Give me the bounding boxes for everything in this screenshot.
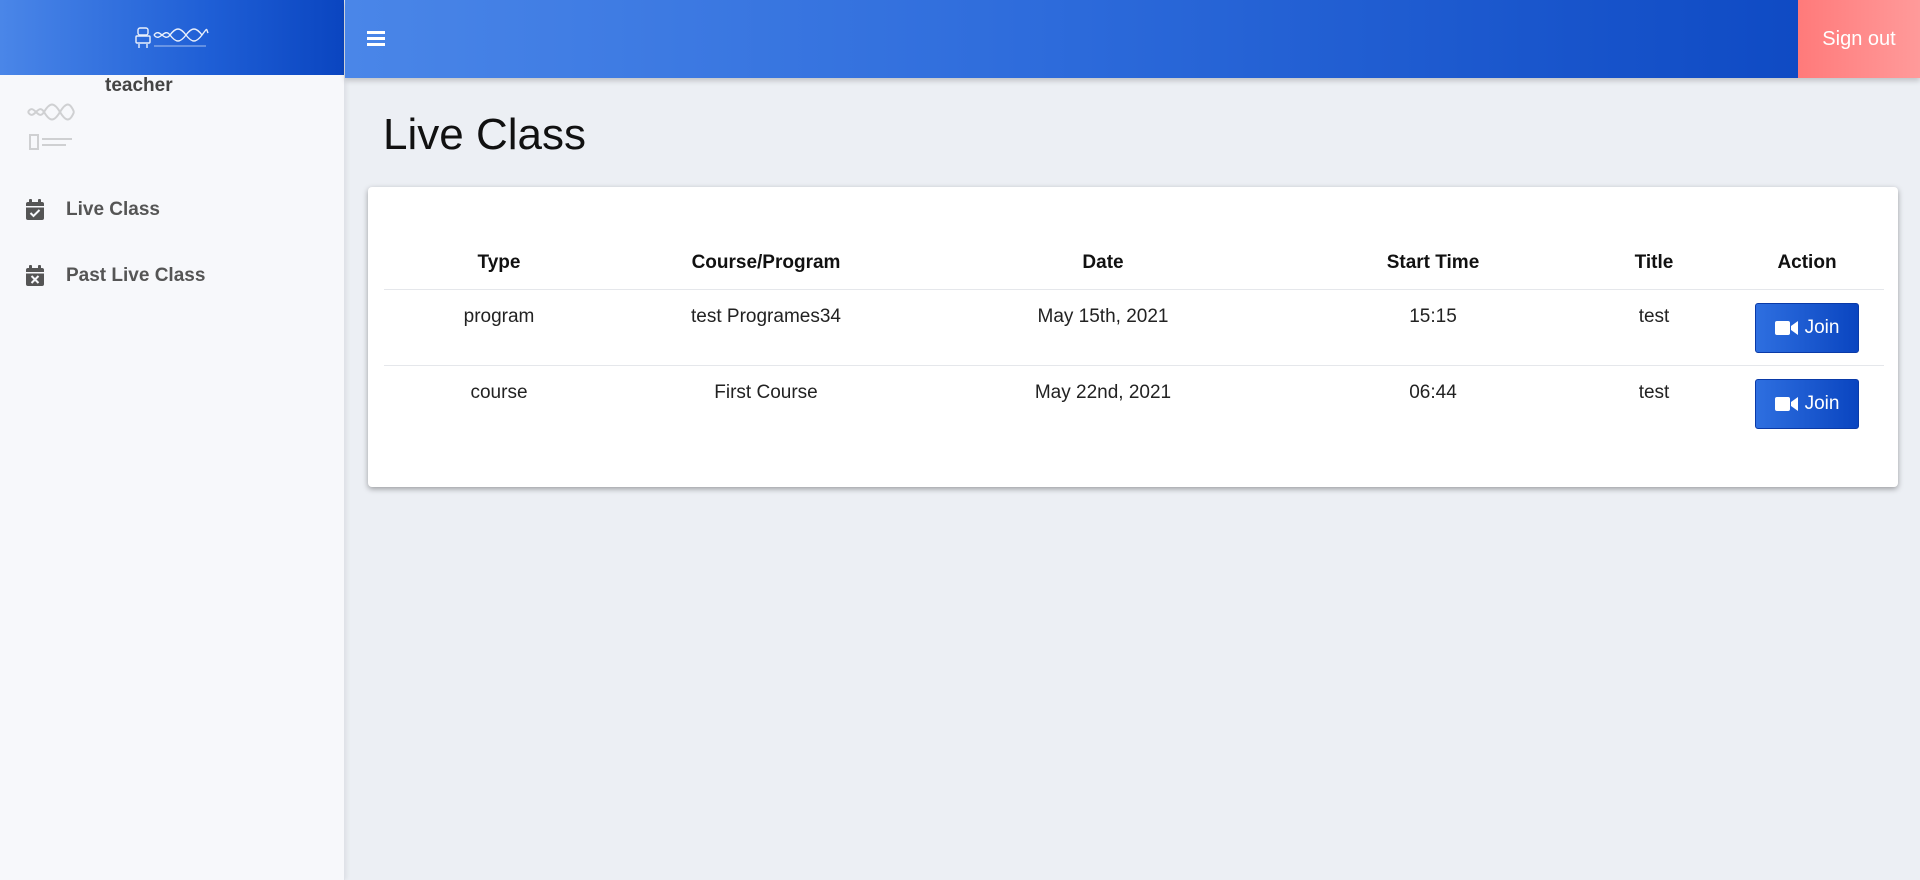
join-button[interactable]: Join: [1755, 302, 1859, 353]
sidebar-item-label: Live Class: [66, 199, 160, 220]
sidebar-item-past-live-class[interactable]: Past Live Class: [0, 251, 344, 301]
cell-course: First Course: [714, 381, 818, 403]
column-header-type: Type: [384, 237, 614, 290]
join-button[interactable]: Join: [1755, 378, 1859, 429]
page-title: Live Class: [383, 110, 586, 159]
table-header-row: Type Course/Program Date Start Time Titl…: [384, 237, 1884, 290]
sign-out-button[interactable]: Sign out: [1798, 0, 1920, 78]
column-header-date: Date: [918, 237, 1288, 290]
join-button-label: Join: [1804, 392, 1840, 414]
cell-start-time: 15:15: [1288, 289, 1578, 366]
video-camera-icon: [1774, 320, 1798, 335]
user-panel: teacher: [0, 75, 344, 165]
join-button-label: Join: [1804, 316, 1840, 338]
sidebar-item-live-class[interactable]: Live Class: [0, 185, 344, 235]
top-bar: Sign out: [345, 0, 1920, 78]
logo-icon[interactable]: [134, 23, 210, 53]
cell-title: test: [1638, 381, 1670, 403]
cell-start-time: 06:44: [1409, 381, 1457, 403]
hamburger-menu-icon[interactable]: [365, 27, 387, 49]
cell-date: May 22nd, 2021: [1034, 381, 1172, 403]
cell-action: Join: [1730, 289, 1884, 366]
video-camera-icon: [1774, 396, 1798, 411]
column-header-title: Title: [1578, 237, 1730, 290]
table-row: program test Programes34 May 15th, 2021 …: [384, 289, 1884, 366]
live-class-card: Type Course/Program Date Start Time Titl…: [368, 187, 1898, 487]
cell-title: test: [1578, 289, 1730, 366]
cell-type: course: [470, 381, 528, 403]
column-header-course-program: Course/Program: [614, 237, 918, 290]
calendar-times-icon: [25, 265, 47, 287]
sidebar: teacher Live Class Past Live Class: [0, 0, 345, 880]
live-class-table: Type Course/Program Date Start Time Titl…: [384, 237, 1884, 441]
cell-date: May 15th, 2021: [918, 289, 1288, 366]
sidebar-item-label: Past Live Class: [66, 265, 206, 286]
cell-course: test Programes34: [614, 289, 918, 366]
table-row: course First Course May 22nd, 2021 06:44…: [384, 365, 1884, 441]
column-header-action: Action: [1730, 237, 1884, 290]
avatar: [27, 103, 75, 150]
user-name: teacher: [105, 75, 173, 96]
brand-bar: [0, 0, 344, 75]
calendar-check-icon: [25, 199, 47, 221]
cell-type: program: [384, 289, 614, 366]
cell-action: Join: [1730, 365, 1884, 441]
column-header-start-time: Start Time: [1288, 237, 1578, 290]
